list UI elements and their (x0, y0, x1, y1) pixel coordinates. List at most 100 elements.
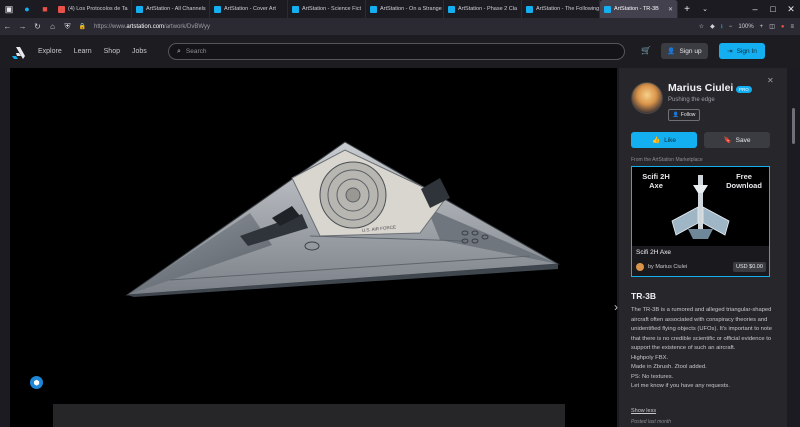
avatar[interactable] (631, 82, 663, 114)
browser-tab[interactable]: ArtStation - Phase 2 Cla (444, 0, 522, 18)
tab-label: ArtStation - Phase 2 Cla (458, 6, 518, 12)
close-icon[interactable]: ✕ (767, 76, 774, 85)
description-paragraph: PS: No textures. (631, 373, 674, 380)
save-label: Save (735, 136, 751, 144)
follow-label: Follow (680, 112, 696, 118)
download-icon[interactable]: ⭳ (721, 22, 723, 32)
browser-tab[interactable]: ArtStation - The Following (522, 0, 600, 18)
artwork-description: The TR-3B is a rumored and alleged trian… (631, 306, 777, 392)
scrollbar-thumb[interactable] (792, 108, 795, 144)
search-icon: ⌕ (177, 47, 181, 55)
signin-button[interactable]: ⇥ Sign In (719, 43, 765, 59)
nav-explore[interactable]: Explore (38, 48, 62, 55)
forward-icon[interactable]: → (15, 22, 30, 31)
viewer-bottom-bar (53, 404, 565, 427)
artwork-info-panel: ✕ Marius Ciulei PRO Pushing the edge 👤 Fo… (619, 68, 787, 427)
browser-navigation-bar: ← → ↻ ⌂ ⛨ 🔒 https://www.artstation.com/a… (0, 18, 800, 35)
zoom-out-button[interactable]: − (729, 24, 733, 30)
posted-time: Posted last month (631, 419, 672, 425)
signup-button[interactable]: 👤 Sign up (661, 43, 708, 59)
product-author[interactable]: by Marius Ciulei (648, 264, 687, 270)
pinned-tab-icon[interactable]: ▣ (0, 0, 18, 18)
browser-tab[interactable]: (4) Los Protocolos de Ta (54, 0, 132, 18)
browser-tab-bar: ▣ ● ■ (4) Los Protocolos de Ta ArtStation… (0, 0, 800, 18)
window-close-icon[interactable]: ✕ (782, 0, 800, 18)
browser-tab[interactable]: ArtStation - TR-3B ✕ (600, 0, 678, 18)
nav-learn[interactable]: Learn (74, 48, 92, 55)
next-arrow-icon[interactable]: › (614, 300, 618, 314)
zoom-in-button[interactable]: + (760, 24, 764, 30)
avatar (636, 263, 644, 271)
tab-favicon-icon (292, 5, 299, 13)
thumbs-up-icon: 👍 (651, 137, 661, 144)
bookmark-icon: 🔖 (723, 137, 732, 144)
description-paragraph: The TR-3B is a rumored and alleged trian… (631, 307, 772, 351)
zoom-level[interactable]: 100% (738, 24, 753, 30)
search-input[interactable]: ⌕ Search (168, 43, 625, 60)
tab-favicon-icon (370, 5, 377, 13)
site-header: Explore Learn Shop Jobs ⌕ Search 🛒 👤 Sign… (0, 35, 800, 68)
browser-tab[interactable]: ArtStation - On a Strange (366, 0, 444, 18)
price-badge: USD $0.00 (733, 262, 766, 272)
product-title[interactable]: Scifi 2H Axe (636, 249, 671, 256)
like-label: Like (664, 136, 677, 144)
browser-tab[interactable]: ArtStation - Cover Art (210, 0, 288, 18)
search-placeholder: Search (185, 48, 207, 55)
tab-favicon-icon (214, 5, 221, 13)
tab-label: ArtStation - The Following (536, 6, 600, 12)
artwork-viewer[interactable]: U.S. AIR FORCE ⬢ › (10, 68, 618, 427)
signin-label: Sign In (736, 47, 757, 55)
save-button[interactable]: 🔖 Save (704, 132, 770, 148)
artwork-title: TR-3B (631, 291, 657, 301)
description-paragraph: Let me know if you have any requests. (631, 383, 730, 389)
nav-jobs[interactable]: Jobs (132, 48, 147, 55)
artist-tagline: Pushing the edge (668, 97, 715, 103)
menu-icon[interactable]: ≡ (790, 24, 794, 30)
back-icon[interactable]: ← (0, 22, 15, 31)
tab-label: (4) Los Protocolos de Ta (68, 6, 128, 12)
description-paragraph: Highpoly FBX. (631, 354, 669, 361)
follow-button[interactable]: 👤 Follow (668, 109, 700, 121)
tab-favicon-icon (526, 5, 533, 13)
tab-favicon-icon (604, 5, 611, 13)
tab-label: ArtStation - All Channels (146, 6, 206, 12)
browser-tab[interactable]: ArtStation - All Channels (132, 0, 210, 18)
extension-icon[interactable]: ◆ (710, 23, 715, 30)
bookmark-star-icon[interactable]: ☆ (699, 23, 704, 30)
profile-icon[interactable]: ● (781, 24, 785, 30)
3d-viewer-icon[interactable]: ⬢ (30, 376, 43, 389)
pinned-tab-icon[interactable]: ■ (36, 0, 54, 18)
signin-icon: ⇥ (727, 48, 733, 55)
shield-icon[interactable]: ⛨ (60, 22, 75, 32)
marketplace-card[interactable]: Scifi 2H Axe Free Download Scifi 2H Axe … (631, 166, 770, 277)
tab-label: ArtStation - Cover Art (224, 6, 276, 12)
show-less-link[interactable]: Show less (631, 408, 656, 414)
address-bar[interactable]: https://www.artstation.com/artwork/DvBWy… (94, 24, 210, 30)
tab-label: ArtStation - On a Strange (380, 6, 442, 12)
marketplace-heading: From the ArtStation Marketplace (631, 157, 703, 163)
tab-favicon-icon (136, 5, 143, 13)
minimize-icon[interactable]: – (746, 0, 764, 18)
user-plus-icon: 👤 (667, 48, 676, 55)
tab-label: ArtStation - TR-3B (614, 6, 659, 12)
maximize-icon[interactable]: □ (764, 0, 782, 18)
home-icon[interactable]: ⌂ (45, 22, 60, 31)
list-tabs-icon[interactable]: ⌄ (696, 0, 714, 18)
pinned-tab-icon[interactable]: ● (18, 0, 36, 18)
artist-name[interactable]: Marius Ciulei (668, 82, 733, 94)
tab-favicon-icon (58, 5, 65, 13)
reload-icon[interactable]: ↻ (30, 22, 45, 31)
extension-icon[interactable]: ◫ (769, 23, 775, 30)
like-button[interactable]: 👍 Like (631, 132, 697, 148)
tab-label: ArtStation - Science Fict (302, 6, 361, 12)
browser-tab[interactable]: ArtStation - Science Fict (288, 0, 366, 18)
lock-icon[interactable]: 🔒 (75, 23, 90, 30)
nav-shop[interactable]: Shop (104, 48, 120, 55)
tab-close-icon[interactable]: ✕ (668, 6, 673, 13)
new-tab-button[interactable]: + (678, 0, 696, 18)
cart-icon[interactable]: 🛒 (641, 46, 651, 55)
signup-label: Sign up (679, 47, 702, 55)
product-image[interactable]: Scifi 2H Axe Free Download (632, 167, 769, 246)
artstation-logo-icon[interactable] (11, 45, 25, 59)
tab-favicon-icon (448, 5, 455, 13)
